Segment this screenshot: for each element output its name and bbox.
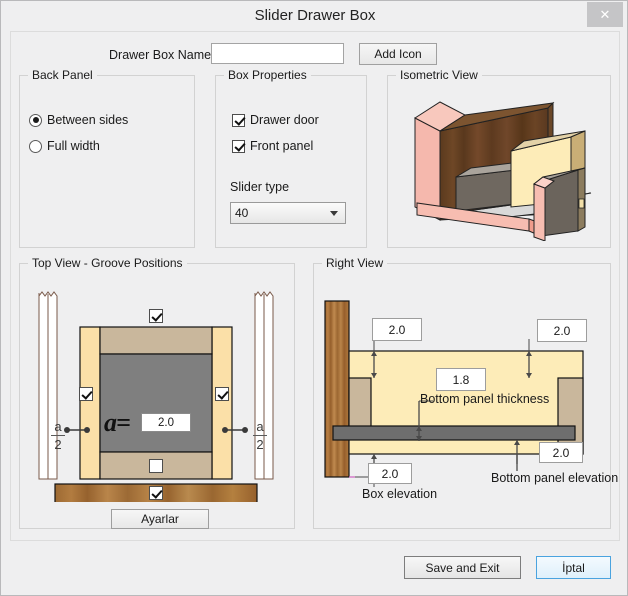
drawer-box-name-input[interactable] [211, 43, 344, 64]
caption-bottom-panel-elevation: Bottom panel elevation [491, 471, 619, 485]
title-bar: Slider Drawer Box ✕ [1, 1, 627, 33]
dim-box-elevation-input[interactable]: 2.0 [368, 463, 412, 484]
save-and-exit-button[interactable]: Save and Exit [404, 556, 521, 579]
window-title: Slider Drawer Box [254, 7, 376, 24]
slider-drawer-box-dialog: Slider Drawer Box ✕ Drawer Box Name Add … [0, 0, 628, 596]
radio-indicator-between-sides [29, 113, 42, 127]
dim-bottom-panel-elevation-input[interactable]: 2.0 [539, 442, 583, 463]
groove-checkbox-front[interactable] [149, 459, 163, 473]
checkbox-indicator-drawer-door [232, 113, 245, 127]
cancel-button[interactable]: İptal [536, 556, 611, 579]
right-view-title: Right View [322, 256, 388, 270]
checkbox-front-panel[interactable]: Front panel [232, 139, 313, 153]
drawer-box-name-label: Drawer Box Name [109, 48, 212, 62]
checkbox-indicator-front-panel [232, 139, 245, 153]
checkbox-label-front-panel: Front panel [250, 139, 314, 153]
radio-full-width[interactable]: Full width [29, 139, 100, 153]
groove-checkbox-left[interactable] [79, 387, 93, 401]
isometric-drawing [414, 101, 592, 241]
groove-checkbox-back-plank[interactable] [149, 486, 163, 500]
dim-bottom-panel-thickness-input[interactable]: 1.8 [436, 368, 486, 391]
half-a-numerator-left: a [54, 419, 62, 434]
a-equals-symbol: a= [104, 408, 131, 437]
ayarlar-button[interactable]: Ayarlar [111, 509, 209, 529]
close-icon[interactable]: ✕ [587, 2, 623, 27]
dim-top-left-input[interactable]: 2.0 [372, 318, 422, 341]
caption-bottom-panel-thickness: Bottom panel thickness [420, 392, 550, 406]
half-a-label-right: a 2 [251, 419, 269, 452]
a-value-input[interactable]: 2.0 [141, 413, 191, 432]
fraction-bar-right [253, 435, 267, 436]
radio-indicator-full-width [29, 139, 42, 153]
add-icon-button[interactable]: Add Icon [359, 43, 437, 65]
dim-top-right-input[interactable]: 2.0 [537, 319, 587, 342]
half-a-label-left: a 2 [49, 419, 67, 452]
back-panel-title: Back Panel [28, 68, 97, 82]
chevron-down-icon [330, 211, 338, 216]
fraction-bar-left [51, 435, 65, 436]
groove-checkbox-top[interactable] [149, 309, 163, 323]
radio-between-sides[interactable]: Between sides [29, 113, 128, 127]
checkbox-drawer-door[interactable]: Drawer door [232, 113, 319, 127]
half-a-numerator-right: a [256, 419, 264, 434]
slider-type-label: Slider type [230, 180, 290, 194]
back-panel-group: Back Panel [19, 68, 195, 248]
isometric-view-title: Isometric View [396, 68, 482, 82]
radio-label-between-sides: Between sides [47, 113, 129, 127]
half-a-denominator-left: 2 [54, 437, 62, 452]
slider-type-value: 40 [235, 206, 249, 220]
half-a-denominator-right: 2 [256, 437, 264, 452]
box-properties-title: Box Properties [224, 68, 311, 82]
checkbox-label-drawer-door: Drawer door [250, 113, 319, 127]
groove-checkbox-right[interactable] [215, 387, 229, 401]
caption-box-elevation: Box elevation [362, 487, 438, 501]
slider-type-select[interactable]: 40 [230, 202, 346, 224]
top-view-title: Top View - Groove Positions [28, 256, 187, 270]
radio-label-full-width: Full width [47, 139, 100, 153]
